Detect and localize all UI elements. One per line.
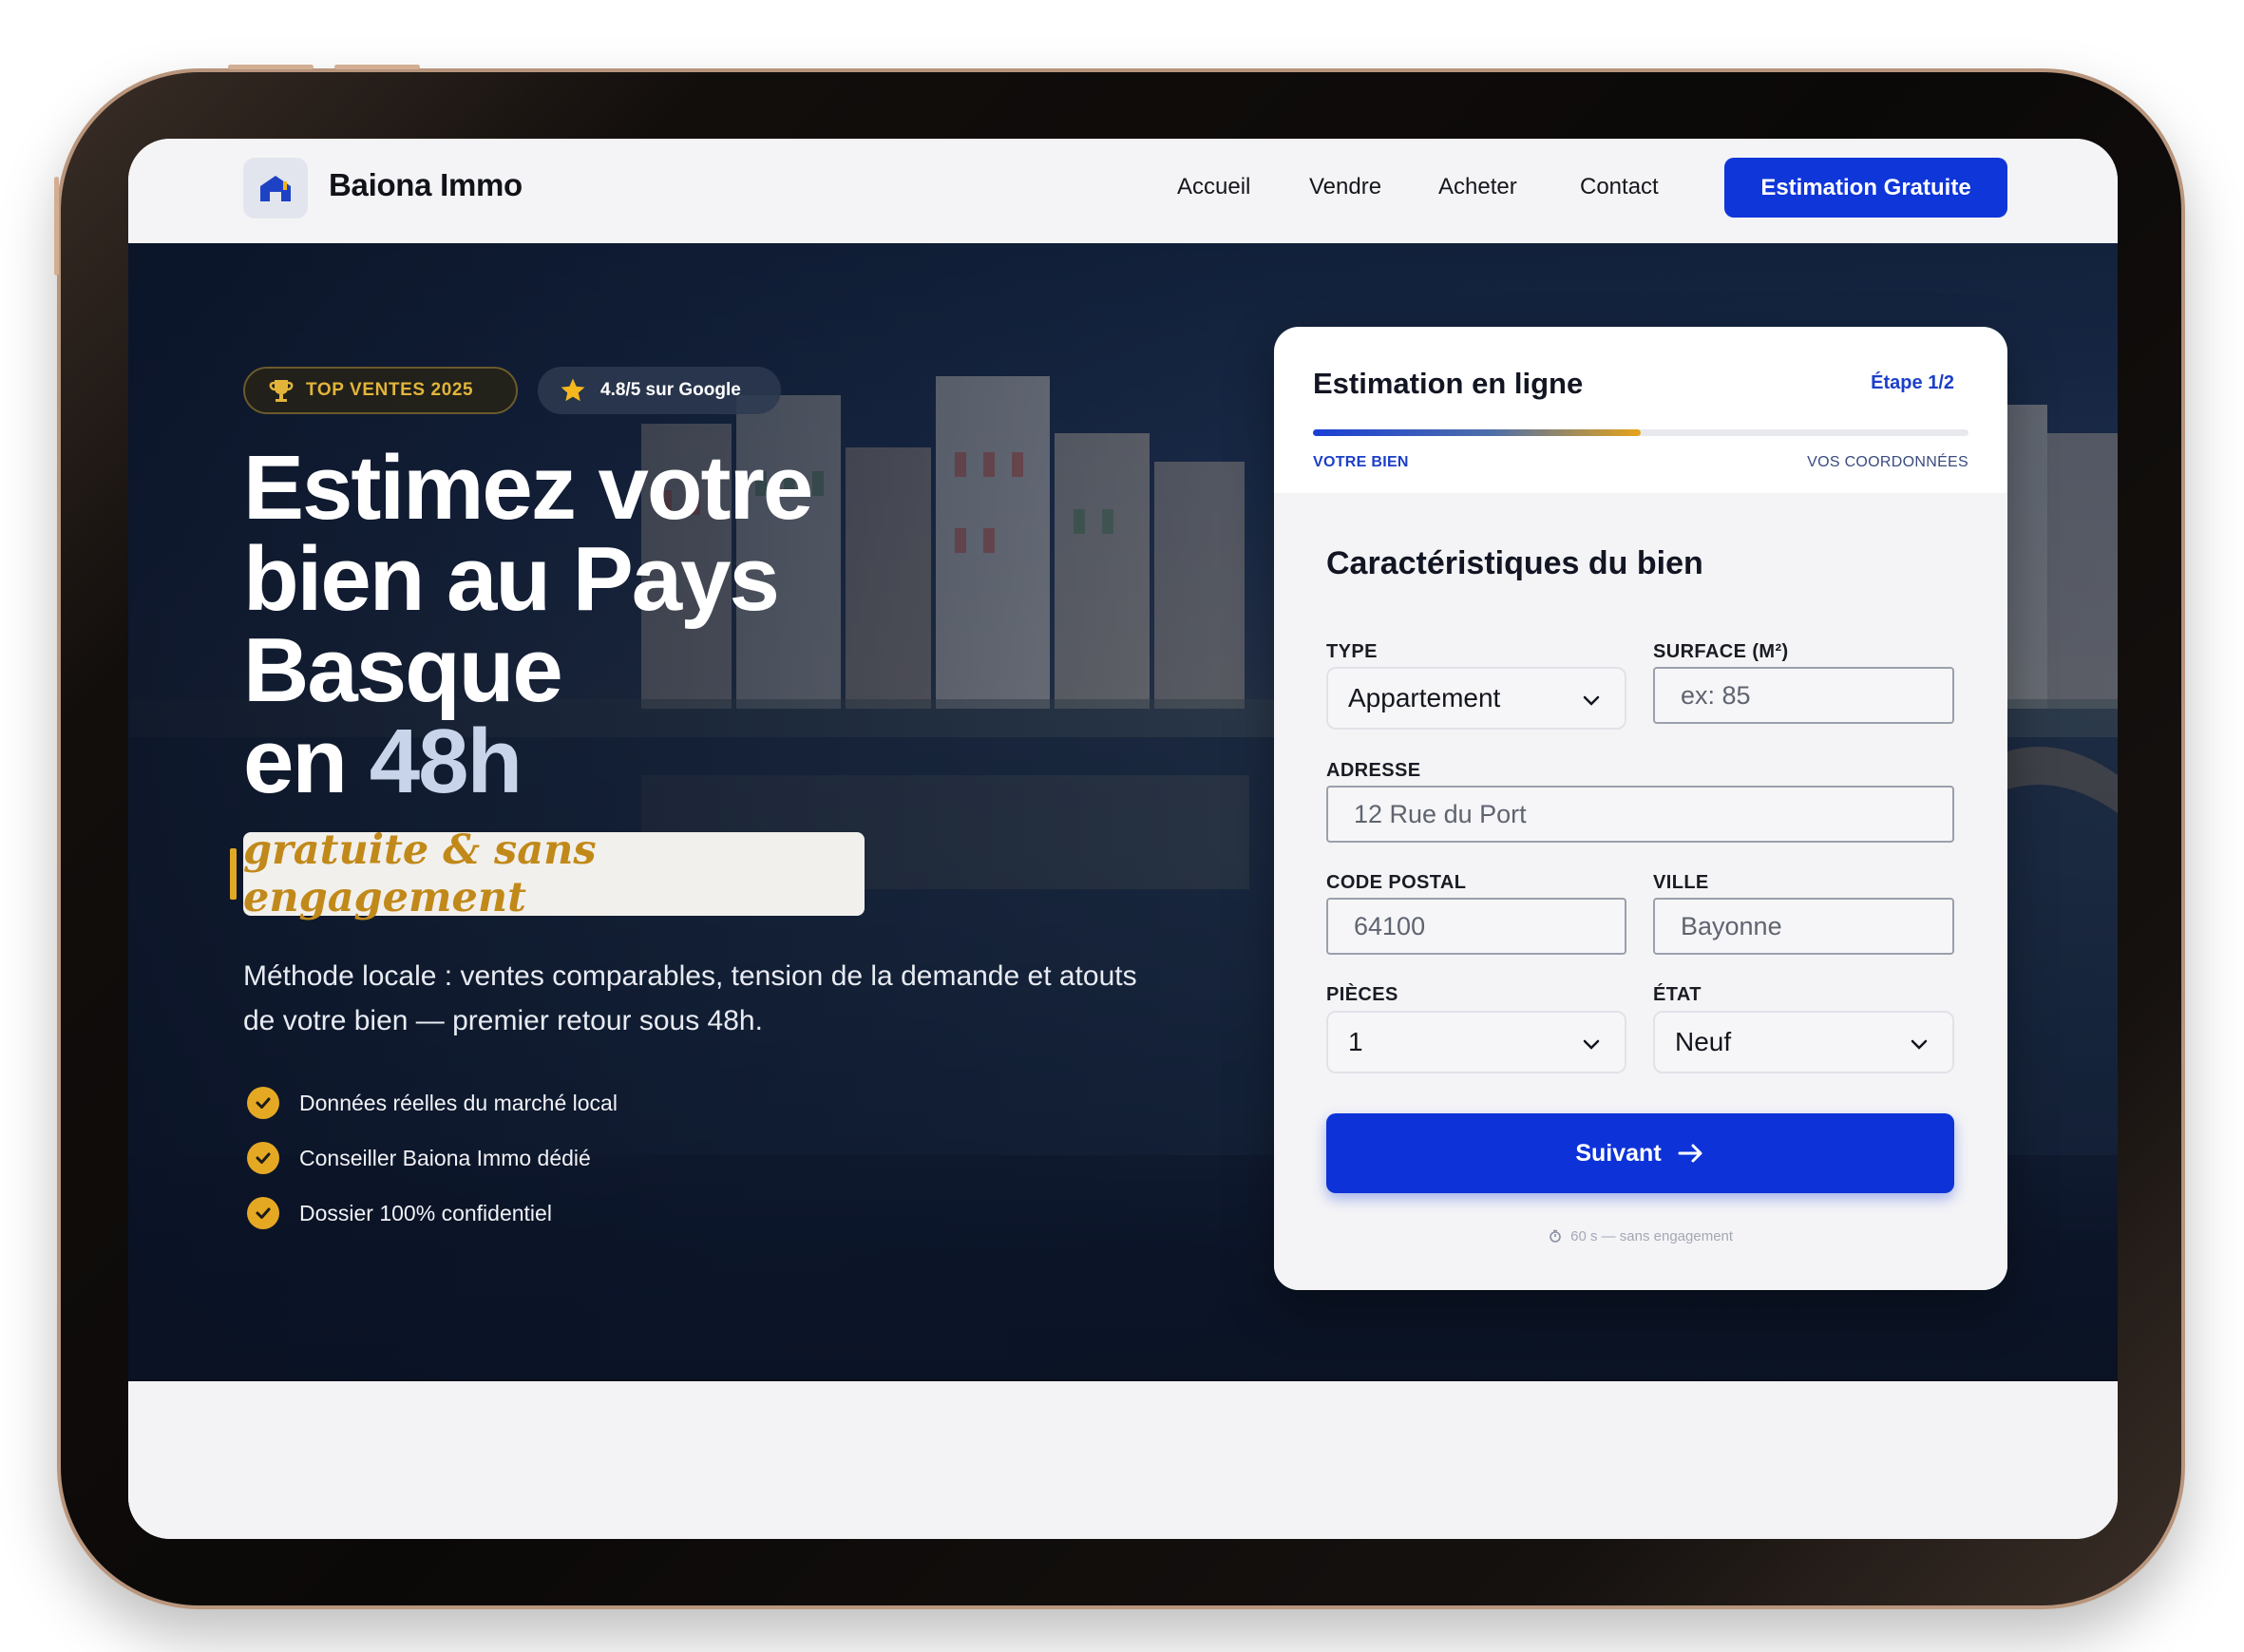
- badge-google-label: 4.8/5 sur Google: [600, 380, 741, 400]
- navbar: Baiona Immo Accueil Vendre Acheter Conta…: [128, 139, 2118, 244]
- rooms-label: PIÈCES: [1326, 984, 1398, 1005]
- postal-code-label: CODE POSTAL: [1326, 872, 1467, 893]
- progress-fill: [1313, 429, 1641, 436]
- headline-line: en 48h: [243, 716, 811, 807]
- state-select[interactable]: Neuf: [1653, 1011, 1954, 1073]
- google-rating-badge: 4.8/5 sur Google: [538, 367, 781, 414]
- check-label: Données réelles du marché local: [299, 1090, 618, 1115]
- address-input[interactable]: 12 Rue du Port: [1326, 786, 1954, 843]
- footnote-text: 60 s — sans engagement: [1570, 1228, 1734, 1244]
- check-item: Conseiller Baiona Immo dédié: [247, 1142, 591, 1174]
- nav-link-contact[interactable]: Contact: [1580, 174, 1659, 200]
- next-button[interactable]: Suivant: [1326, 1113, 1954, 1193]
- timer-icon: [1550, 1229, 1561, 1243]
- badge-top-label: TOP VENTES 2025: [306, 380, 474, 400]
- headline-prefix: en: [243, 711, 370, 812]
- check-label: Dossier 100% confidentiel: [299, 1200, 552, 1225]
- form-title: Estimation en ligne: [1313, 367, 1584, 400]
- estimation-cta-button[interactable]: Estimation Gratuite: [1724, 158, 2007, 218]
- rooms-select-value: 1: [1348, 1027, 1363, 1056]
- chevron-down-icon: [1583, 1039, 1600, 1050]
- type-select-value: Appartement: [1348, 683, 1501, 712]
- arrow-right-icon: [1677, 1142, 1705, 1165]
- check-item: Données réelles du marché local: [247, 1087, 618, 1119]
- progress-bar: [1313, 429, 1968, 436]
- hero-description: Méthode locale : ventes comparables, ten…: [243, 960, 1137, 1036]
- city-input[interactable]: Bayonne: [1653, 898, 1954, 955]
- headline-line: Basque: [243, 619, 563, 721]
- nav-link-vendre[interactable]: Vendre: [1309, 174, 1381, 200]
- trophy-icon: [269, 380, 294, 402]
- hero-headline: Estimez votre bien au Pays Basque en 48h: [243, 437, 813, 807]
- type-select[interactable]: Appartement: [1326, 667, 1626, 730]
- nav-link-acheter[interactable]: Acheter: [1438, 174, 1517, 200]
- surface-label: SURFACE (M²): [1653, 641, 1789, 662]
- script-accent-bar: [230, 848, 237, 900]
- check-icon: [247, 1142, 279, 1174]
- headline-accent: 48h: [369, 711, 523, 812]
- logo[interactable]: [243, 158, 308, 218]
- city-label: VILLE: [1653, 872, 1709, 893]
- chevron-down-icon: [1911, 1039, 1928, 1050]
- nav-link-accueil[interactable]: Accueil: [1177, 174, 1250, 200]
- rooms-select[interactable]: 1: [1326, 1011, 1626, 1073]
- check-label: Conseiller Baiona Immo dédié: [299, 1145, 591, 1170]
- next-button-label: Suivant: [1575, 1139, 1662, 1167]
- chevron-down-icon: [1583, 695, 1600, 706]
- section-title: Caractéristiques du bien: [1326, 545, 1703, 581]
- estimation-form-card: Estimation en ligne Étape 1/2 VOTRE BIEN…: [1274, 327, 2007, 1290]
- postal-code-input[interactable]: 64100: [1326, 898, 1626, 955]
- page-below-hero: [128, 1433, 2118, 1539]
- step-label-coordonnees[interactable]: VOS COORDONNÉES: [1807, 454, 1968, 471]
- top-ventes-badge: TOP VENTES 2025: [243, 367, 518, 414]
- check-icon: [247, 1087, 279, 1119]
- surface-input[interactable]: ex: 85: [1653, 667, 1954, 724]
- headline-line: bien au Pays: [243, 528, 780, 630]
- type-label: TYPE: [1326, 641, 1378, 662]
- volume-button: [228, 65, 314, 69]
- power-button: [54, 177, 59, 275]
- form-footnote: 60 s — sans engagement: [1274, 1228, 2007, 1244]
- volume-button: [334, 65, 420, 69]
- star-icon: [561, 378, 585, 402]
- hero-bottom-band: [128, 1379, 2118, 1381]
- screen: Baiona Immo Accueil Vendre Acheter Conta…: [128, 139, 2118, 1539]
- check-item: Dossier 100% confidentiel: [247, 1197, 552, 1229]
- state-select-value: Neuf: [1675, 1027, 1732, 1056]
- brand-name[interactable]: Baiona Immo: [329, 167, 523, 203]
- state-label: ÉTAT: [1653, 984, 1702, 1005]
- step-label-votre-bien[interactable]: VOTRE BIEN: [1313, 454, 1409, 471]
- tagline-script: gratuite & sans engagement: [243, 826, 865, 921]
- form-step-indicator: Étape 1/2: [1871, 372, 1954, 393]
- check-icon: [247, 1197, 279, 1229]
- address-label: ADRESSE: [1326, 760, 1421, 781]
- house-icon: [260, 176, 291, 201]
- headline-line: Estimez votre: [243, 437, 813, 539]
